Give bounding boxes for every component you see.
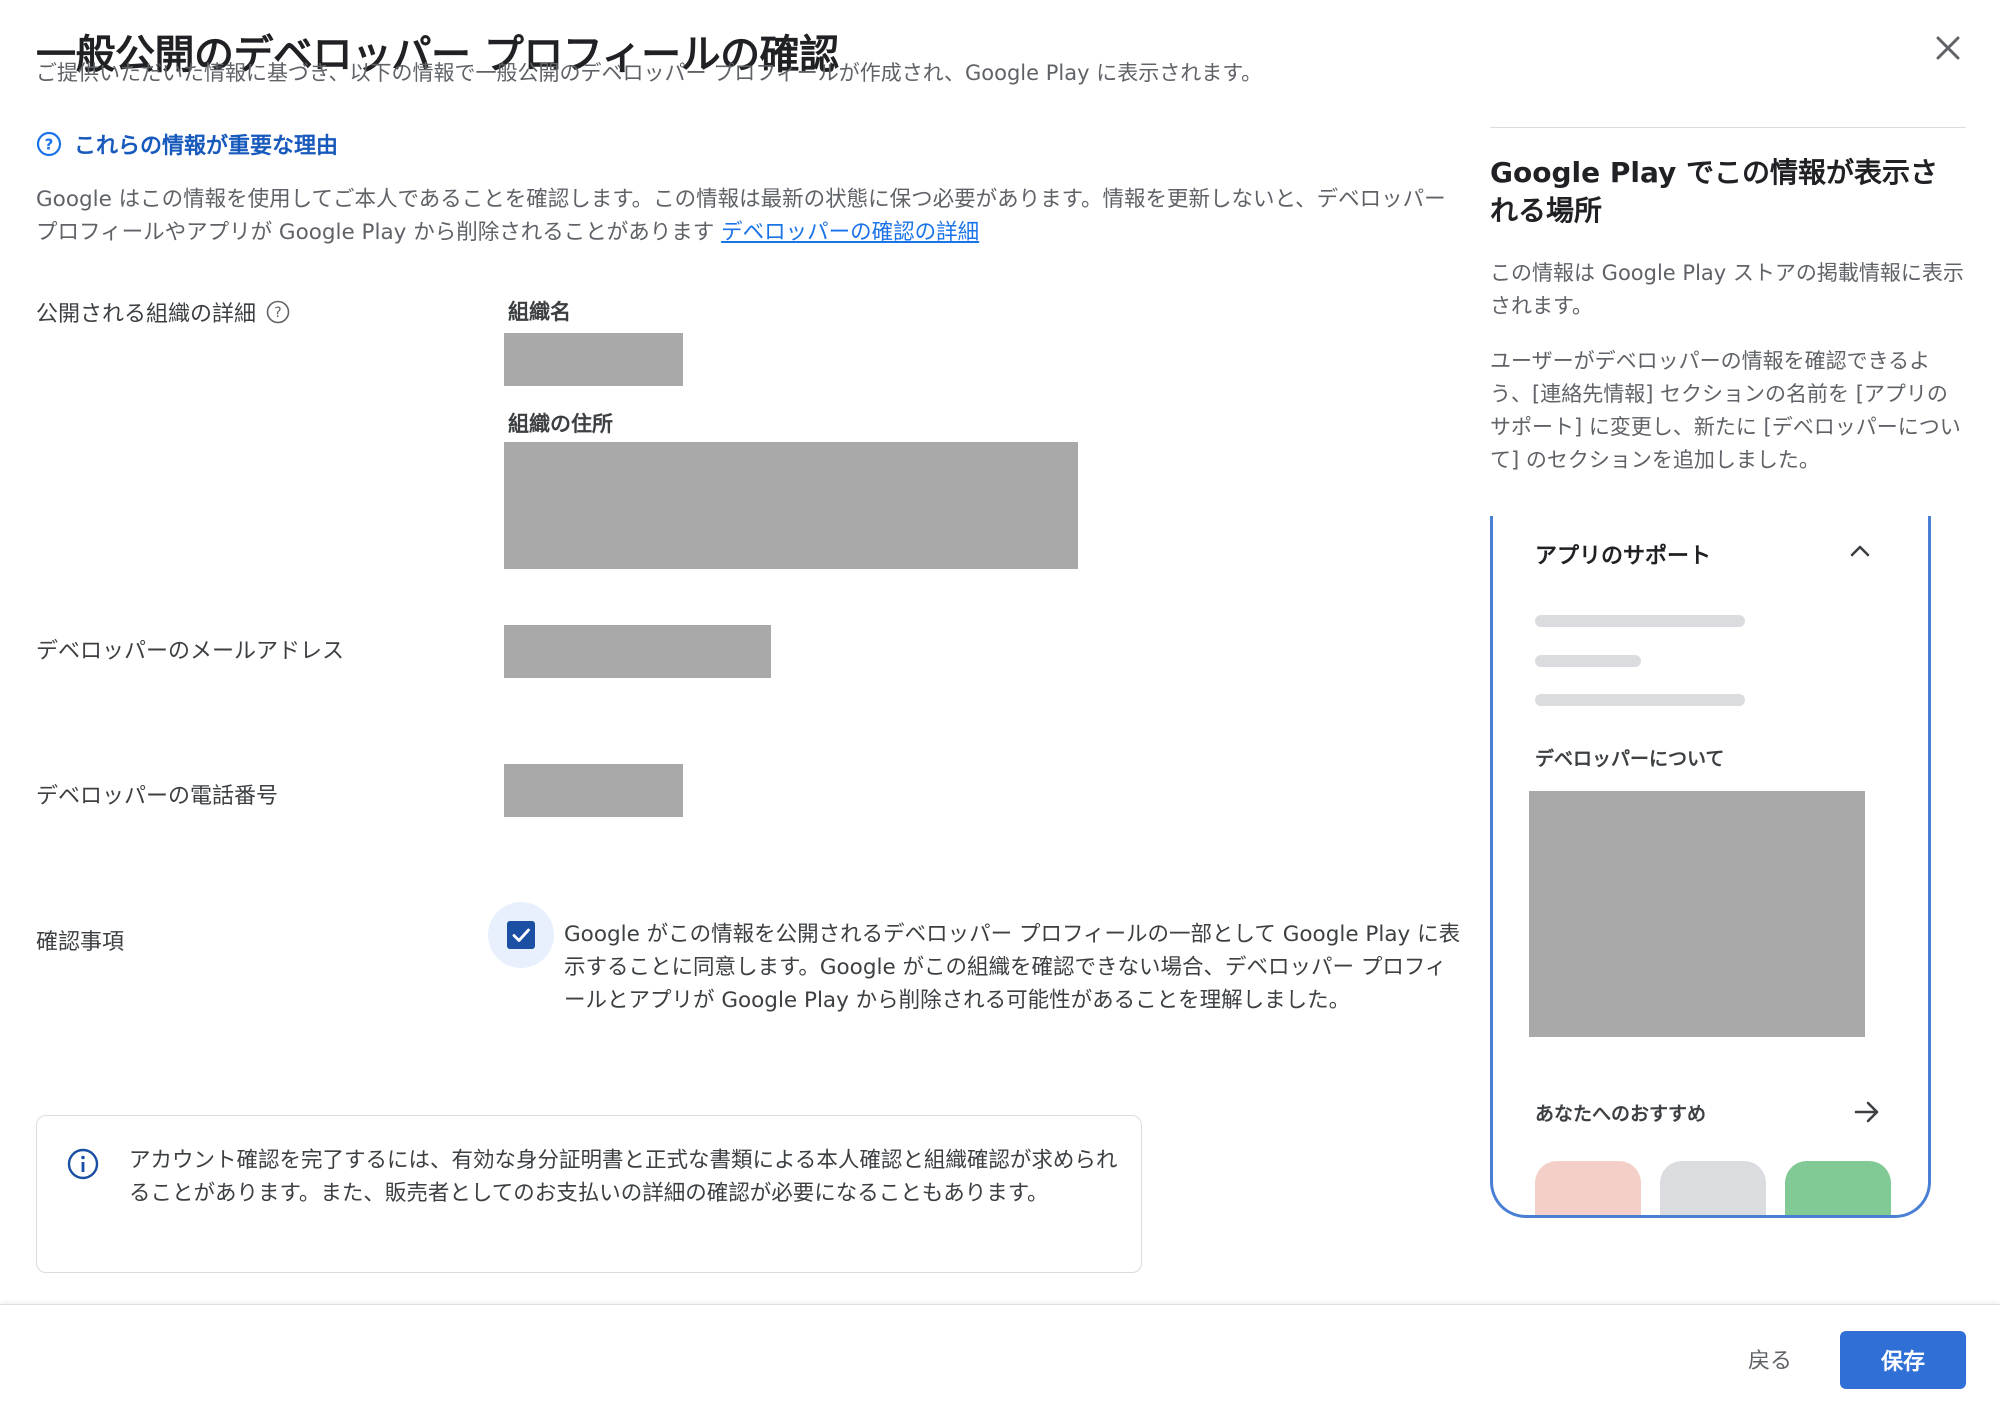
- email-label: デベロッパーのメールアドレス: [36, 639, 345, 664]
- close-button[interactable]: [1925, 25, 1971, 71]
- side-divider: [1490, 127, 1966, 128]
- phone-redacted: [504, 764, 683, 817]
- side-paragraph-2: ユーザーがデベロッパーの情報を確認できるよう、[連絡先情報] セクションの名前を…: [1490, 349, 1961, 472]
- org-address-label: 組織の住所: [508, 412, 613, 436]
- consent-checkbox[interactable]: [488, 902, 554, 968]
- org-details-text: 公開される組織の詳細: [36, 302, 257, 327]
- side-title: Google Play でこの情報が表示される場所: [1490, 156, 1938, 227]
- chevron-up-icon[interactable]: [1845, 536, 1875, 566]
- svg-text:?: ?: [274, 305, 281, 321]
- save-button[interactable]: 保存: [1840, 1331, 1966, 1389]
- checkbox-box: [507, 921, 535, 949]
- help-circle-icon: ?: [36, 131, 62, 157]
- recommended-title: あなたへのおすすめ: [1535, 1103, 1707, 1125]
- app-tile: [1535, 1161, 1641, 1215]
- verification-details-link[interactable]: デベロッパーの確認の詳細: [721, 220, 979, 245]
- confirm-label: 確認事項: [36, 930, 125, 955]
- back-button[interactable]: 戻る: [1730, 1331, 1810, 1387]
- about-developer-title: デベロッパーについて: [1535, 748, 1725, 770]
- skeleton-line: [1535, 694, 1745, 706]
- svg-text:?: ?: [45, 136, 54, 154]
- consent-text: Google がこの情報を公開されるデベロッパー プロフィールの一部として Go…: [564, 922, 1461, 1013]
- app-support-title: アプリのサポート: [1535, 544, 1712, 569]
- about-developer-redacted: [1529, 791, 1865, 1037]
- close-icon: [1936, 36, 1960, 60]
- app-tile: [1785, 1161, 1891, 1215]
- help-icon[interactable]: ?: [266, 300, 290, 324]
- check-icon: [512, 928, 530, 942]
- skeleton-line: [1535, 615, 1745, 627]
- org-details-label: 公開される組織の詳細 ?: [36, 296, 290, 328]
- verification-description: Google はこの情報を使用してご本人であることを確認します。この情報は最新の…: [36, 183, 1456, 249]
- side-paragraph-1: この情報は Google Play ストアの掲載情報に表示されます。: [1490, 261, 1964, 318]
- developer-profile-dialog: 一般公開のデベロッパー プロフィールの確認 ご提供いただいた情報に基づき、以下の…: [0, 0, 2000, 1410]
- why-important-label: これらの情報が重要な理由: [74, 134, 339, 159]
- dialog-subtitle: ご提供いただいた情報に基づき、以下の情報で一般公開のデベロッパー プロフィールが…: [36, 61, 1263, 85]
- org-name-redacted: [504, 333, 683, 386]
- store-listing-preview: アプリのサポート デベロッパーについて あなたへのおすすめ: [1490, 516, 1931, 1218]
- why-important-link[interactable]: ? これらの情報が重要な理由: [36, 128, 338, 160]
- email-redacted: [504, 625, 771, 678]
- info-text: アカウント確認を完了するには、有効な身分証明書と正式な書類による本人確認と組織確…: [129, 1148, 1118, 1206]
- phone-label: デベロッパーの電話番号: [36, 784, 279, 809]
- info-notice: アカウント確認を完了するには、有効な身分証明書と正式な書類による本人確認と組織確…: [36, 1115, 1142, 1273]
- org-name-label: 組織名: [508, 300, 571, 324]
- dialog-footer: 戻る 保存: [0, 1304, 2000, 1410]
- arrow-right-icon[interactable]: [1851, 1096, 1883, 1128]
- org-address-redacted: [504, 442, 1078, 569]
- skeleton-line: [1535, 655, 1641, 667]
- info-icon: [67, 1148, 99, 1180]
- app-tile: [1660, 1161, 1766, 1215]
